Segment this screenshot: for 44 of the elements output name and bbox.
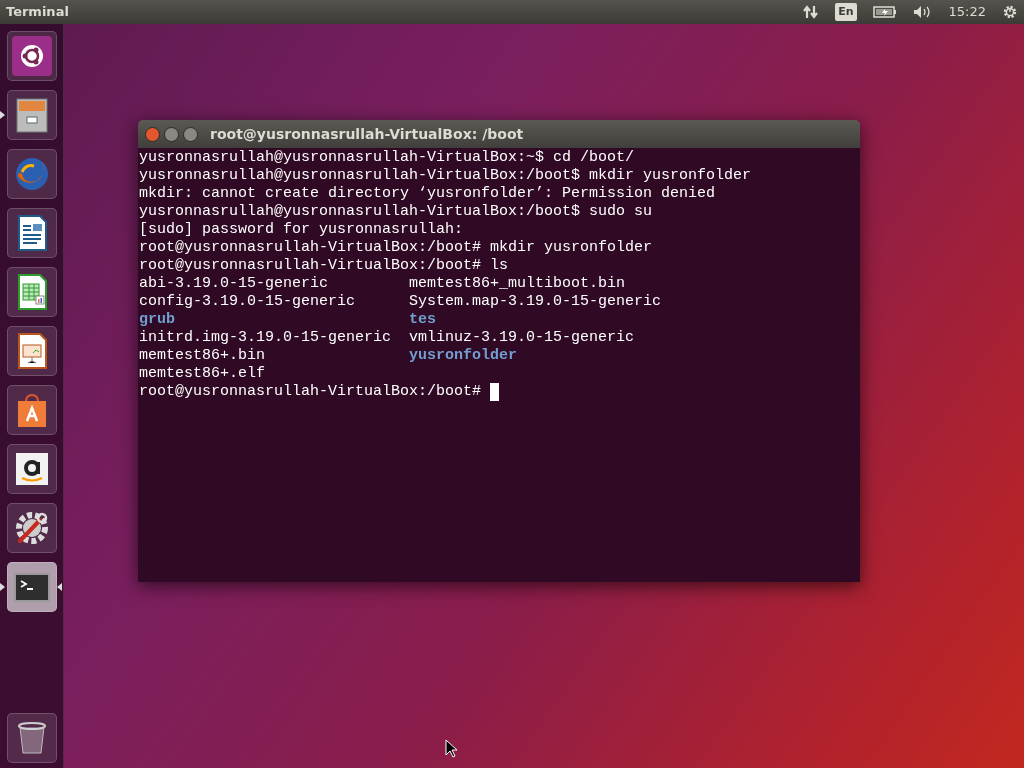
terminal-line: yusronnasrullah@yusronnasrullah-VirtualBox:/boot$ sudo su xyxy=(139,203,653,220)
app-title: Terminal xyxy=(6,3,69,22)
file-name: System.map-3.19.0-15-generic xyxy=(409,293,662,310)
power-gear-icon[interactable] xyxy=(1002,4,1018,20)
keyboard-layout-indicator[interactable]: En xyxy=(835,2,857,22)
maximize-button[interactable] xyxy=(183,126,198,142)
launcher-files-tile[interactable] xyxy=(6,90,57,140)
volume-icon[interactable] xyxy=(912,5,933,19)
launcher-terminal-tile[interactable] xyxy=(6,562,57,612)
terminal-line: root@yusronnasrullah-VirtualBox:/boot# ls xyxy=(139,257,509,274)
terminal-line: yusronnasrullah@yusronnasrullah-VirtualBox:~$ cd /boot/ xyxy=(139,149,635,166)
launcher-browser-tile[interactable] xyxy=(6,149,57,199)
launcher-writer-tile[interactable] xyxy=(6,208,57,258)
file-name: initrd.img-3.19.0-15-generic xyxy=(139,329,392,346)
launcher-settings-tile[interactable] xyxy=(6,503,57,553)
launcher-calc-tile[interactable] xyxy=(6,267,57,317)
terminal-line: root@yusronnasrullah-VirtualBox:/boot# mkdir yusronfolder xyxy=(139,239,653,256)
launcher-trash-tile[interactable] xyxy=(6,713,57,763)
terminal-line: [sudo] password for yusronnasrullah: xyxy=(139,221,464,238)
close-button[interactable] xyxy=(145,126,160,142)
battery-icon[interactable] xyxy=(872,6,897,18)
directory-name: yusronfolder xyxy=(409,347,518,364)
clock[interactable]: 15:22 xyxy=(948,2,986,22)
window-title: root@yusronnasrullah-VirtualBox: /boot xyxy=(210,124,524,144)
file-name: config-3.19.0-15-generic xyxy=(139,293,356,310)
terminal-line: yusronnasrullah@yusronnasrullah-VirtualBox:/boot$ mkdir yusronfolder xyxy=(139,167,752,184)
file-name: abi-3.19.0-15-generic xyxy=(139,275,329,292)
file-name: memtest86+_multiboot.bin xyxy=(409,275,626,292)
launcher-amazon-tile[interactable] xyxy=(6,444,57,494)
file-name: memtest86+.bin xyxy=(139,347,266,364)
launcher-dash-tile[interactable] xyxy=(6,31,57,81)
focus-indicator xyxy=(57,583,62,591)
directory-name: grub xyxy=(139,311,175,328)
ubuntu-logo-icon xyxy=(11,36,52,76)
mouse-pointer-icon xyxy=(445,739,458,758)
file-name: vmlinuz-3.19.0-15-generic xyxy=(409,329,635,346)
terminal-line: mkdir: cannot create directory ‘yusronfolder’: Permission denied xyxy=(139,185,716,202)
network-icon[interactable] xyxy=(803,4,820,20)
launcher-impress-tile[interactable] xyxy=(6,326,57,376)
terminal-prompt: root@yusronnasrullah-VirtualBox:/boot# xyxy=(139,383,483,400)
minimize-button[interactable] xyxy=(164,126,179,142)
launcher-store-tile[interactable] xyxy=(6,385,57,435)
directory-name: tes xyxy=(409,311,437,328)
file-name: memtest86+.elf xyxy=(139,365,266,382)
